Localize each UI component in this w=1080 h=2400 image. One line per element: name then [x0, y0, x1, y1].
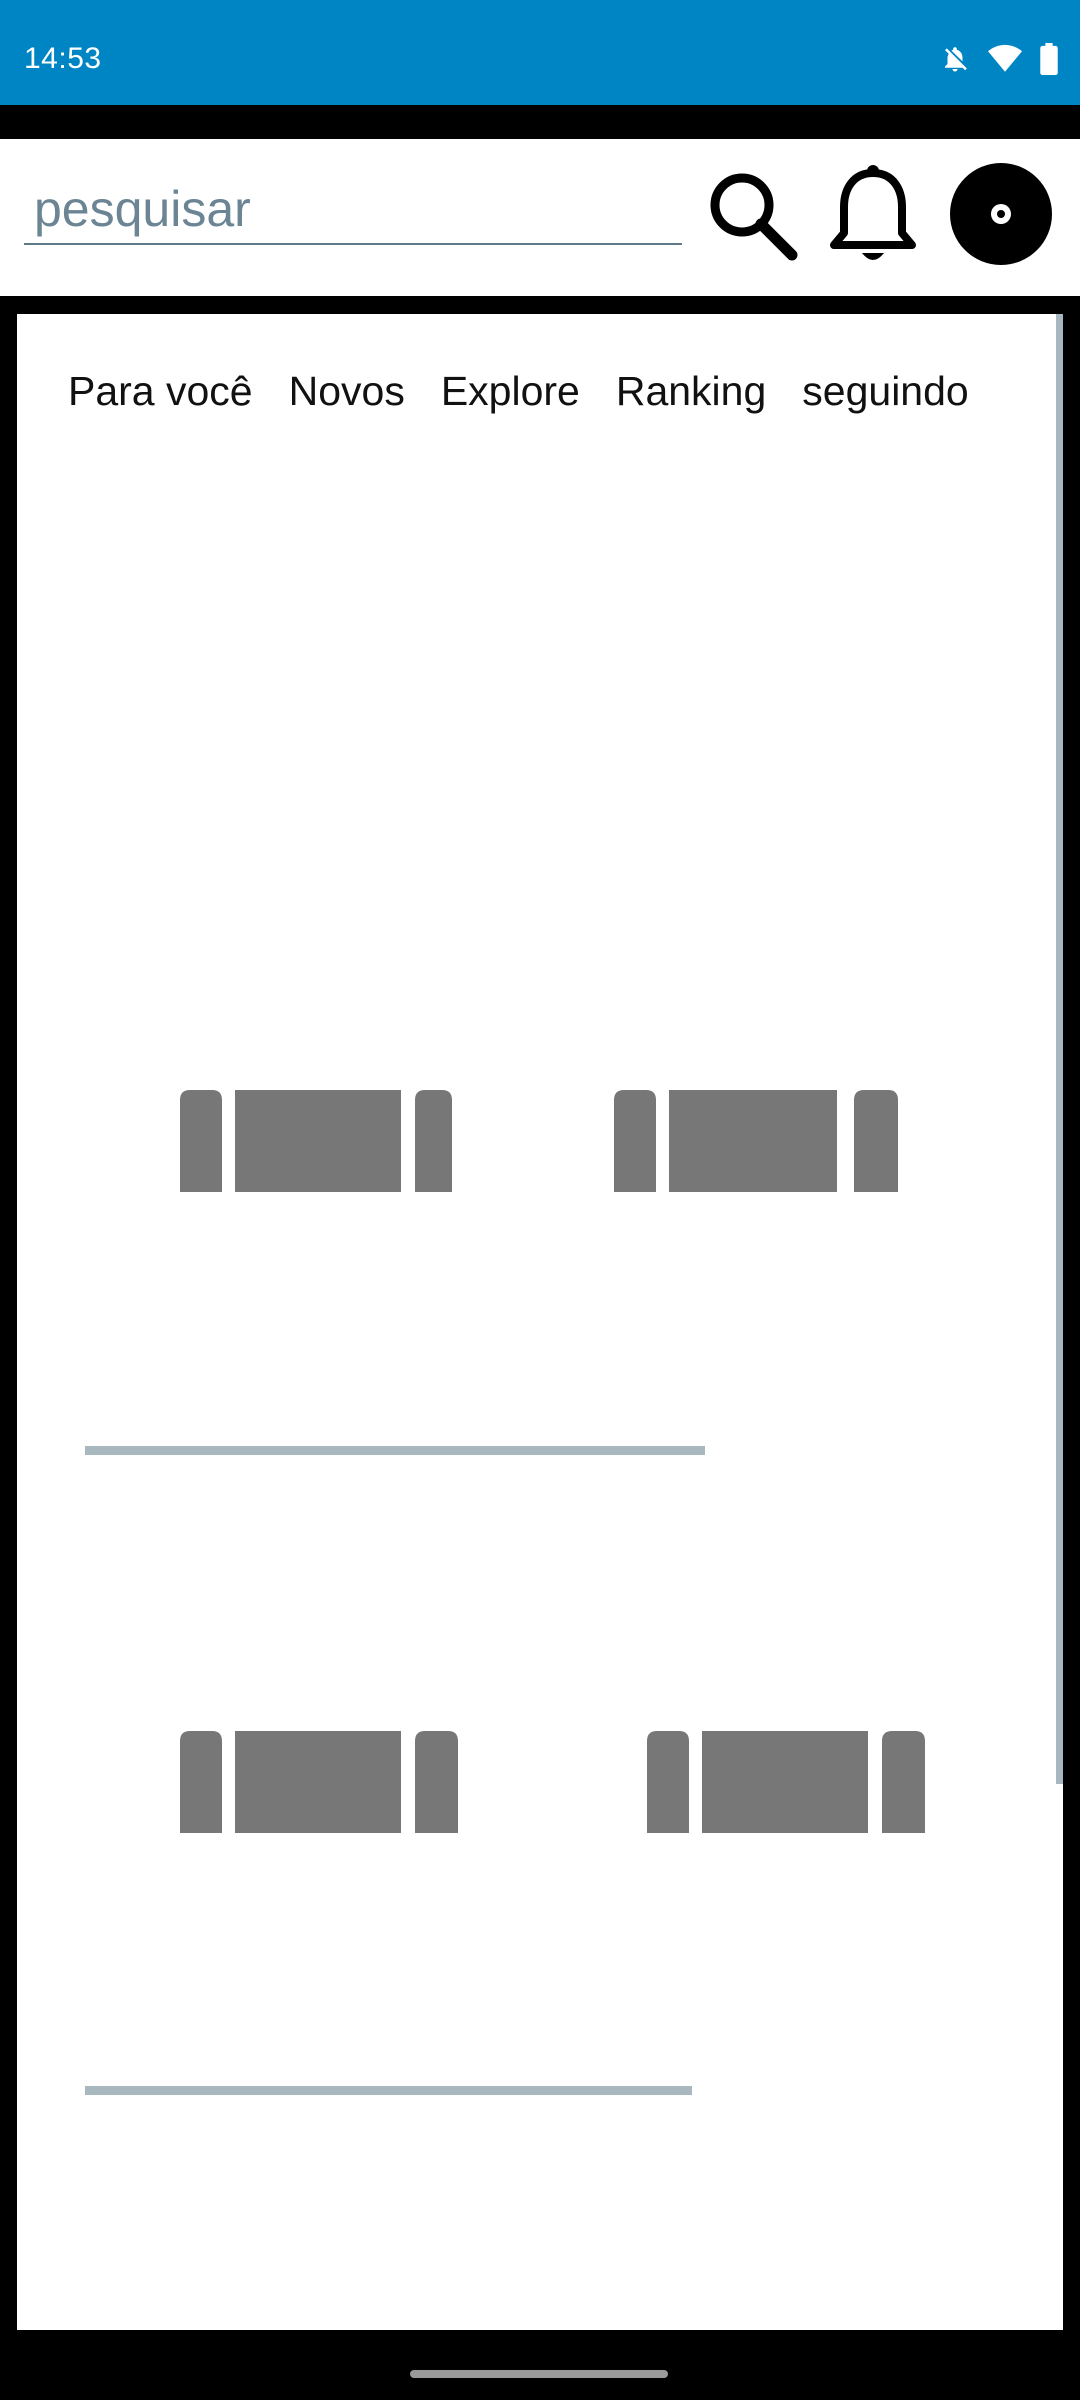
- feed-content[interactable]: Para você Novos Explore Ranking seguindo: [17, 314, 1063, 2330]
- loading-divider: [85, 1446, 705, 1455]
- tab-para-voce[interactable]: Para você: [68, 368, 253, 415]
- home-gesture-handle[interactable]: [410, 2370, 668, 2378]
- app-header: [0, 139, 1080, 296]
- profile-button[interactable]: [948, 162, 1054, 271]
- search-input[interactable]: [24, 175, 692, 243]
- tab-explore[interactable]: Explore: [441, 368, 580, 415]
- notifications-button[interactable]: [826, 163, 920, 273]
- notifications-off-icon: [940, 44, 970, 74]
- battery-icon: [1040, 43, 1058, 75]
- loading-placeholder-icon: [614, 1090, 898, 1192]
- status-time: 14:53: [24, 42, 102, 75]
- tab-novos[interactable]: Novos: [289, 368, 405, 415]
- search-button[interactable]: [700, 165, 804, 269]
- wifi-icon: [988, 44, 1022, 74]
- scrollbar[interactable]: [1056, 314, 1063, 1784]
- search-field[interactable]: [24, 175, 692, 245]
- tab-seguindo[interactable]: seguindo: [802, 368, 968, 415]
- status-icons: [940, 42, 1058, 76]
- category-tabs: Para você Novos Explore Ranking seguindo: [17, 368, 1047, 415]
- tab-ranking[interactable]: Ranking: [616, 368, 766, 415]
- system-nav-bar: [0, 2330, 1080, 2400]
- status-bar: 14:53: [0, 0, 1080, 105]
- loading-placeholder-icon: [180, 1731, 458, 1833]
- loading-placeholder-icon: [180, 1090, 452, 1192]
- search-icon: [704, 167, 800, 268]
- avatar-icon: [949, 162, 1053, 271]
- loading-placeholder-icon: [647, 1731, 925, 1833]
- bell-icon: [828, 163, 918, 274]
- loading-divider: [85, 2086, 692, 2095]
